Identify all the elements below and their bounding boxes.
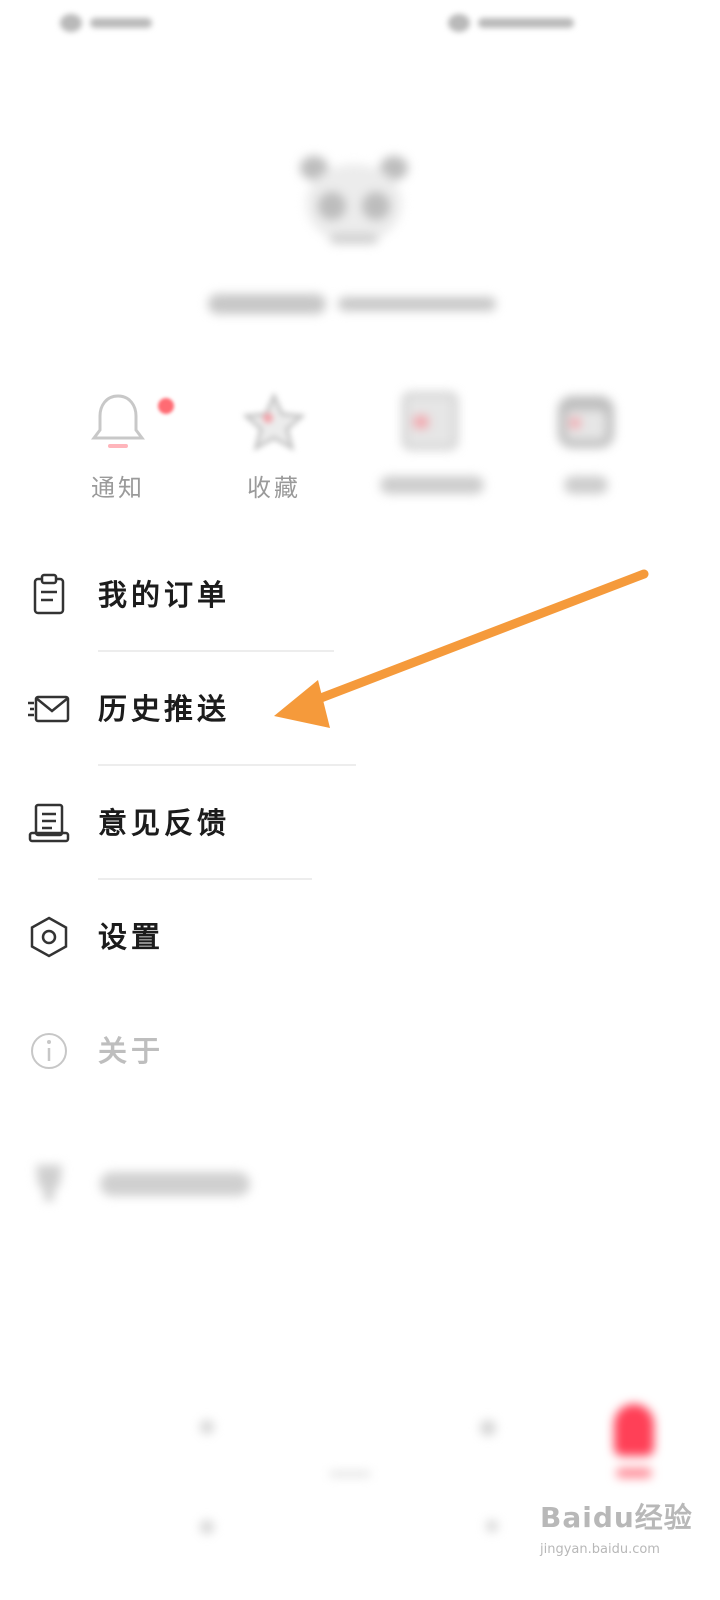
menu-item-feedback[interactable]: 意见反馈 (0, 768, 720, 878)
menu-item-about[interactable]: 关于 (0, 996, 720, 1106)
clipboard-icon (26, 573, 72, 617)
quick-action-favorites-label: 收藏 (247, 474, 301, 502)
quick-action-third[interactable] (352, 388, 508, 508)
divider (98, 878, 312, 880)
quick-action-fourth[interactable] (508, 388, 664, 508)
baidu-jingyan-watermark: Baidu经验 jingyan.baidu.com (540, 1492, 710, 1592)
status-indicators (448, 10, 578, 36)
nav-tab-profile-label (616, 1468, 652, 1478)
nav-tab-home[interactable] (200, 1420, 214, 1434)
menu-item-recommend[interactable] (0, 1128, 720, 1238)
nav-recent-icon[interactable] (486, 1520, 498, 1532)
quick-actions: 通知 收藏 (40, 388, 680, 508)
menu-item-push-history-label: 历史推送 (98, 692, 231, 726)
quick-action-third-label (380, 476, 484, 494)
hexagon-settings-icon (26, 915, 72, 959)
wallet-icon (552, 388, 620, 454)
menu-item-recommend-label (100, 1172, 250, 1196)
divider (98, 764, 356, 766)
watermark-url: jingyan.baidu.com (540, 1542, 660, 1557)
menu-item-orders[interactable]: 我的订单 (0, 540, 720, 650)
menu-item-orders-label: 我的订单 (98, 578, 231, 612)
nav-indicator (330, 1472, 370, 1476)
info-icon (26, 1029, 72, 1073)
calendar-icon (396, 388, 464, 454)
quick-action-favorites[interactable]: 收藏 (196, 388, 352, 508)
feedback-icon (26, 801, 72, 845)
bell-icon (84, 388, 152, 454)
nickname-row (200, 286, 510, 322)
trophy-icon (26, 1161, 72, 1205)
envelope-icon (26, 687, 72, 731)
panda-avatar-icon (300, 156, 408, 244)
notification-badge (158, 398, 174, 414)
watermark-brand: Baidu经验 (540, 1501, 693, 1534)
nav-tab-profile-active[interactable] (614, 1404, 654, 1456)
status-bar (0, 0, 720, 48)
menu-item-about-label: 关于 (98, 1034, 165, 1068)
quick-action-fourth-label (564, 476, 608, 494)
quick-action-notifications-label: 通知 (91, 474, 145, 502)
menu-item-push-history[interactable]: 历史推送 (0, 654, 720, 764)
menu-item-settings[interactable]: 设置 (0, 882, 720, 992)
status-time (60, 10, 156, 36)
menu-item-settings-label: 设置 (98, 920, 165, 954)
avatar[interactable] (292, 148, 416, 256)
nav-tab-discover[interactable] (480, 1420, 496, 1436)
divider (98, 650, 334, 652)
menu-item-feedback-label: 意见反馈 (98, 806, 231, 840)
quick-action-notifications[interactable]: 通知 (40, 388, 196, 508)
nav-back-icon[interactable] (200, 1520, 214, 1534)
star-icon (240, 388, 308, 454)
